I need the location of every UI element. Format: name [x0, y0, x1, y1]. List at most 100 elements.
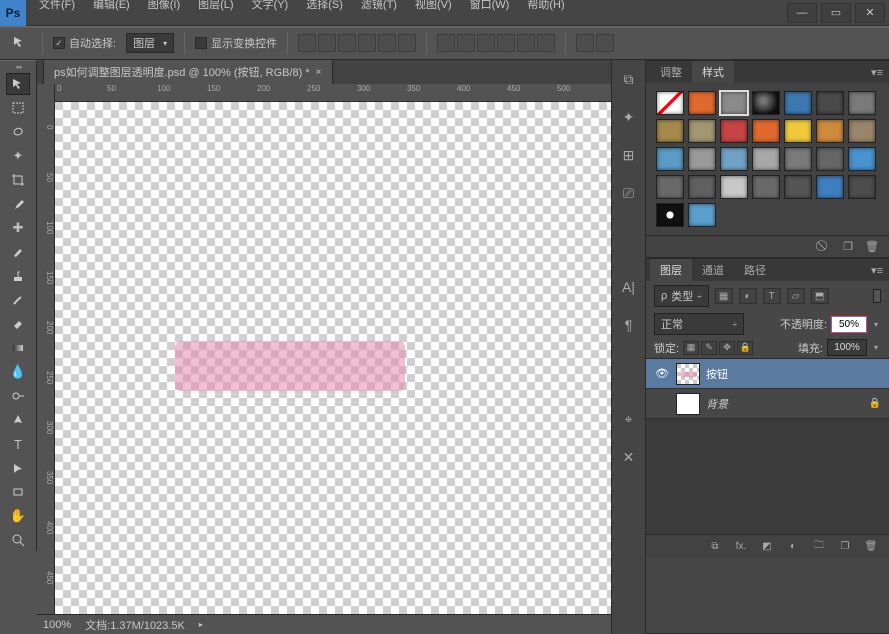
close-tab-icon[interactable]: ×	[316, 67, 322, 78]
new-style-icon[interactable]: ❐	[841, 240, 855, 254]
auto-select-checkbox[interactable]: ✓自动选择:	[53, 35, 116, 51]
visibility-toggle-icon[interactable]: 👁	[654, 367, 670, 380]
menu-file[interactable]: 文件(F)	[30, 0, 84, 15]
menu-edit[interactable]: 编辑(E)	[84, 0, 139, 15]
blur-tool[interactable]: 💧	[6, 361, 30, 383]
clone-stamp-tool[interactable]	[6, 265, 30, 287]
style-swatch[interactable]	[656, 147, 684, 171]
style-swatch[interactable]	[848, 91, 876, 115]
opacity-input[interactable]: 50%	[831, 316, 867, 333]
style-swatch[interactable]	[784, 147, 812, 171]
toolbox-grip[interactable]	[0, 63, 36, 71]
layer-name[interactable]: 按钮	[706, 366, 728, 382]
style-swatch[interactable]	[688, 119, 716, 143]
rectangle-tool[interactable]	[6, 481, 30, 503]
hand-tool[interactable]: ✋	[6, 505, 30, 527]
fill-input[interactable]: 100%	[827, 339, 867, 356]
distribute-vcenter-icon[interactable]	[457, 34, 475, 52]
lock-transparent-icon[interactable]: ▦	[683, 341, 699, 355]
style-swatch[interactable]	[752, 175, 780, 199]
group-icon[interactable]: 🗀	[811, 540, 827, 554]
fill-dropdown-icon[interactable]: ▾	[871, 343, 881, 352]
document-tab[interactable]: ps如何调整图层透明度.psd @ 100% (按钮, RGB/8) * ×	[43, 59, 333, 84]
distribute-right-icon[interactable]	[537, 34, 555, 52]
style-swatch[interactable]	[688, 175, 716, 199]
style-swatch[interactable]	[720, 147, 748, 171]
properties-panel-icon[interactable]: ⊞	[618, 144, 640, 166]
adjustment-layer-icon[interactable]: ◐	[785, 540, 801, 554]
layer-style-icon[interactable]: fx.	[733, 540, 749, 554]
style-swatch[interactable]	[784, 119, 812, 143]
style-swatch[interactable]	[784, 175, 812, 199]
menu-window[interactable]: 窗口(W)	[461, 0, 519, 15]
close-button[interactable]: ✕	[855, 3, 885, 23]
style-swatch[interactable]	[720, 175, 748, 199]
style-swatch[interactable]	[752, 119, 780, 143]
layer-name[interactable]: 背景	[706, 396, 728, 412]
type-tool[interactable]: T	[6, 433, 30, 455]
distribute-left-icon[interactable]	[497, 34, 515, 52]
style-swatch[interactable]	[784, 91, 812, 115]
style-swatch[interactable]	[656, 91, 684, 115]
menu-help[interactable]: 帮助(H)	[518, 0, 573, 15]
lock-all-icon[interactable]: 🔒	[737, 341, 753, 355]
eyedropper-tool[interactable]	[6, 193, 30, 215]
distribute-bottom-icon[interactable]	[477, 34, 495, 52]
filter-toggle[interactable]	[873, 289, 881, 303]
history-panel-icon[interactable]: ⧉	[618, 68, 640, 90]
actions-panel-icon[interactable]: ✦	[618, 106, 640, 128]
align-vcenter-icon[interactable]	[318, 34, 336, 52]
show-transform-checkbox[interactable]: 显示变换控件	[195, 35, 277, 51]
align-right-icon[interactable]	[398, 34, 416, 52]
style-swatch[interactable]	[688, 147, 716, 171]
style-swatch[interactable]	[656, 203, 684, 227]
style-swatch[interactable]	[688, 203, 716, 227]
delete-style-icon[interactable]: 🗑	[865, 240, 879, 254]
filter-pixel-icon[interactable]: ▦	[715, 288, 733, 304]
style-swatch[interactable]	[656, 119, 684, 143]
lock-position-icon[interactable]: ✥	[719, 341, 735, 355]
link-layers-icon[interactable]: ⧉	[707, 540, 723, 554]
distribute-hcenter-icon[interactable]	[517, 34, 535, 52]
eraser-tool[interactable]	[6, 313, 30, 335]
panel-menu-icon[interactable]: ▾≡	[865, 66, 889, 79]
style-swatch[interactable]	[816, 147, 844, 171]
blend-mode-select[interactable]: 正常÷	[654, 313, 744, 335]
align-top-icon[interactable]	[298, 34, 316, 52]
menu-image[interactable]: 图像(I)	[139, 0, 189, 15]
style-swatch[interactable]	[752, 91, 780, 115]
menu-layer[interactable]: 图层(L)	[189, 0, 242, 15]
style-swatch[interactable]	[848, 175, 876, 199]
align-left-icon[interactable]	[358, 34, 376, 52]
crop-tool[interactable]	[6, 169, 30, 191]
tab-adjustments[interactable]: 调整	[650, 61, 692, 83]
menu-filter[interactable]: 滤镜(T)	[352, 0, 406, 15]
lock-image-icon[interactable]: ✎	[701, 341, 717, 355]
minimize-button[interactable]: —	[787, 3, 817, 23]
arrange-icon[interactable]	[596, 34, 614, 52]
style-swatch[interactable]	[720, 119, 748, 143]
brush-tool[interactable]	[6, 241, 30, 263]
pen-tool[interactable]	[6, 409, 30, 431]
menu-view[interactable]: 视图(V)	[406, 0, 461, 15]
filter-type-icon[interactable]: T	[763, 288, 781, 304]
healing-brush-tool[interactable]: ✚	[6, 217, 30, 239]
layer-thumbnail[interactable]	[676, 363, 700, 385]
tab-layers[interactable]: 图层	[650, 259, 692, 281]
zoom-tool[interactable]	[6, 529, 30, 551]
marquee-tool[interactable]	[6, 97, 30, 119]
menu-type[interactable]: 文字(Y)	[243, 0, 298, 15]
move-tool[interactable]	[6, 73, 30, 95]
dodge-tool[interactable]	[6, 385, 30, 407]
new-layer-icon[interactable]: ❐	[837, 540, 853, 554]
style-swatch[interactable]	[720, 91, 748, 115]
brushes-panel-icon[interactable]: ⎚	[618, 182, 640, 204]
character-panel-icon[interactable]: A|	[618, 276, 640, 298]
arrange-icon[interactable]	[576, 34, 594, 52]
tab-channels[interactable]: 通道	[692, 259, 734, 281]
navigator-panel-icon[interactable]: ⌖	[618, 408, 640, 430]
delete-layer-icon[interactable]: 🗑	[863, 540, 879, 554]
style-swatch[interactable]	[848, 147, 876, 171]
lasso-tool[interactable]	[6, 121, 30, 143]
document-info[interactable]: 文档:1.37M/1023.5K	[85, 617, 185, 633]
